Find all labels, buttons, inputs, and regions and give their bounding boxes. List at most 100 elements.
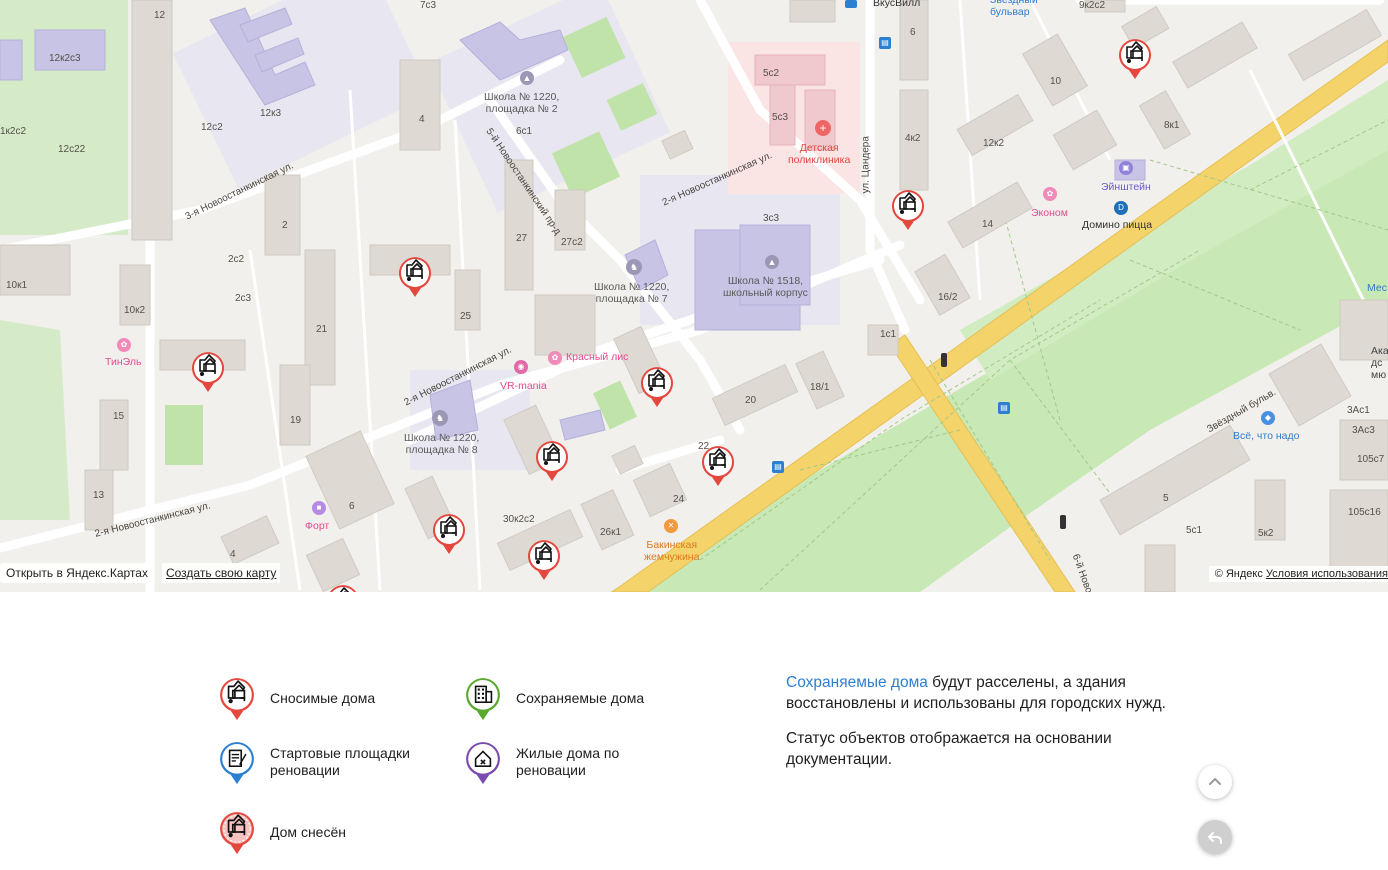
poi-bakinskaya[interactable]: ✕ Бакинская жемчужина (644, 519, 699, 563)
shop-icon: ◆ (1261, 411, 1275, 425)
house-number: 10к2 (124, 305, 146, 316)
poi-vkusvill[interactable]: ВкусВилл (873, 0, 920, 9)
poi-aka[interactable]: Ака дс мю (1371, 345, 1388, 381)
poi-tinel[interactable]: ✿ ТинЭль (105, 338, 141, 368)
house-number: 12к2с3 (49, 53, 81, 64)
house-number: 3Ас3 (1352, 425, 1375, 436)
poi-clinic[interactable]: + Детская поликлиника (788, 120, 850, 166)
bus-stop-icon[interactable]: ▤ (772, 461, 784, 473)
demolish-pin-icon[interactable] (431, 511, 467, 555)
school-icon: ♞ (432, 410, 448, 426)
house-number: 26к1 (600, 527, 622, 538)
demolish-pin-icon[interactable] (397, 254, 433, 298)
demolish-pin-icon[interactable] (639, 364, 675, 408)
vr-icon: ◉ (514, 360, 528, 374)
house-number: 3Ас1 (1347, 405, 1370, 416)
poi-school[interactable]: ♞ Школа № 1220, площадка № 7 (594, 259, 669, 305)
demolish-pin-icon[interactable] (700, 443, 736, 487)
poi-vrmania[interactable]: ◉ VR-mania (500, 360, 547, 392)
bus-stop-icon[interactable]: ▤ (998, 402, 1010, 414)
poi-mes[interactable]: Мес (1367, 282, 1387, 294)
house-number: 2с3 (235, 293, 252, 304)
poi-school[interactable]: ▲ Школа № 1220, площадка № 2 (484, 71, 559, 115)
house-number: 12к2 (983, 138, 1005, 149)
demolish-pin-icon[interactable] (190, 349, 226, 393)
house-number: 5к2 (1258, 528, 1274, 539)
house-number: 20 (745, 395, 757, 406)
open-in-yandex-link[interactable]: Открыть в Яндекс.Картах (0, 563, 154, 583)
house-number: 2 (282, 220, 288, 231)
house-number: 12 (154, 10, 166, 21)
poi-einstein[interactable]: ▣ Эйнштейн (1101, 161, 1151, 193)
house-number: 25 (460, 311, 472, 322)
school-icon: ♞ (626, 259, 642, 275)
restaurant-icon: ✕ (664, 519, 678, 533)
house-pin-icon (466, 742, 500, 785)
house-number: 4к2 (905, 133, 921, 144)
school-icon: ▲ (765, 255, 779, 269)
domino-icon: D (1114, 201, 1128, 215)
info-paragraph-1: Сохраняемые дома будут расселены, а здан… (786, 674, 1166, 712)
plus-icon: + (815, 120, 831, 136)
demolish-pin-icon[interactable] (1117, 36, 1153, 80)
house-number: 9к2с2 (1079, 0, 1106, 11)
house-number: 4 (419, 114, 425, 125)
flower-icon: ✿ (1043, 187, 1057, 201)
poi-krasny-lis[interactable]: ✿ Красный лис (548, 351, 628, 365)
poi-zvezdny[interactable]: Звёздный бульвар (990, 0, 1038, 18)
poi-school[interactable]: ▲ Школа № 1518, школьный корпус (723, 255, 808, 299)
map-view[interactable]: 12 12к2с3 1к2с2 12с22 12к3 12с2 4 2 2с2 … (0, 0, 1388, 592)
demolish-pin-icon[interactable] (526, 537, 562, 581)
house-number: 27 (516, 233, 528, 244)
house-number: 1с1 (880, 329, 897, 340)
demolish-pin-icon[interactable] (325, 582, 361, 592)
house-number: 18/1 (810, 382, 830, 393)
house-number: 27с2 (561, 237, 583, 248)
house-number: 8к1 (1164, 120, 1180, 131)
house-number: 15 (113, 411, 125, 422)
terms-link[interactable]: Условия использования (1266, 568, 1388, 580)
house-number: 12с2 (201, 122, 223, 133)
house-number: 5с2 (763, 68, 780, 79)
house-number: 5с1 (1186, 525, 1203, 536)
house-number: 19 (290, 415, 302, 426)
poi-vse-nado[interactable]: ◆ Всё, что надо (1233, 411, 1299, 442)
demolish-pin-icon[interactable] (534, 438, 570, 482)
house-number: 24 (673, 494, 685, 505)
house-number: 105с7 (1357, 454, 1385, 465)
back-button[interactable] (1198, 820, 1232, 854)
demolish-pin-icon[interactable] (890, 187, 926, 231)
house-number: 12к3 (260, 108, 282, 119)
house-number: 6 (349, 501, 355, 512)
poi-school[interactable]: ♞ Школа № 1220, площадка № 8 (404, 410, 479, 456)
poi-domino[interactable]: D Домино пицца (1082, 201, 1152, 231)
demolish-pin-icon (220, 678, 254, 721)
info-paragraph-2: Статус объектов отображается на основани… (786, 730, 1112, 768)
poi-fort[interactable]: ■ Форт (305, 501, 329, 532)
house-number: 1к2с2 (0, 126, 27, 137)
bus-stop-icon[interactable]: ▤ (879, 37, 891, 49)
school-icon: ▲ (520, 71, 534, 85)
house-number: 10к1 (6, 280, 28, 291)
house-number: 3с3 (763, 213, 780, 224)
house-number: 5 (1163, 493, 1169, 504)
legend-item-renovation-homes: Жилые дома по реновации (464, 738, 646, 786)
scroll-up-button[interactable] (1198, 765, 1232, 799)
legend-item-demolished: Сносимые дома (218, 674, 375, 722)
poi-ekonom[interactable]: ✿ Эконом (1031, 187, 1068, 219)
house-number: 7с3 (420, 0, 437, 11)
map-copyright: © Яндекс Условия использования (1208, 566, 1388, 582)
hotel-icon: ■ (312, 501, 326, 515)
map-footer: Открыть в Яндекс.Картах Создать свою кар… (0, 562, 281, 584)
document-pin-icon (220, 742, 254, 785)
create-map-link[interactable]: Создать свою карту (161, 563, 281, 583)
undo-arrow-icon (1208, 832, 1222, 844)
house-number: 4 (230, 549, 236, 560)
education-icon: ▣ (1119, 161, 1133, 175)
flower-icon: ✿ (117, 338, 131, 352)
chevron-up-icon (1209, 777, 1221, 785)
house-number: 105с16 (1348, 507, 1381, 518)
bus-stop-icon[interactable] (845, 0, 857, 8)
legend-item-preserved: Сохраняемые дома (464, 674, 644, 722)
preserved-link[interactable]: Сохраняемые дома (786, 674, 928, 691)
